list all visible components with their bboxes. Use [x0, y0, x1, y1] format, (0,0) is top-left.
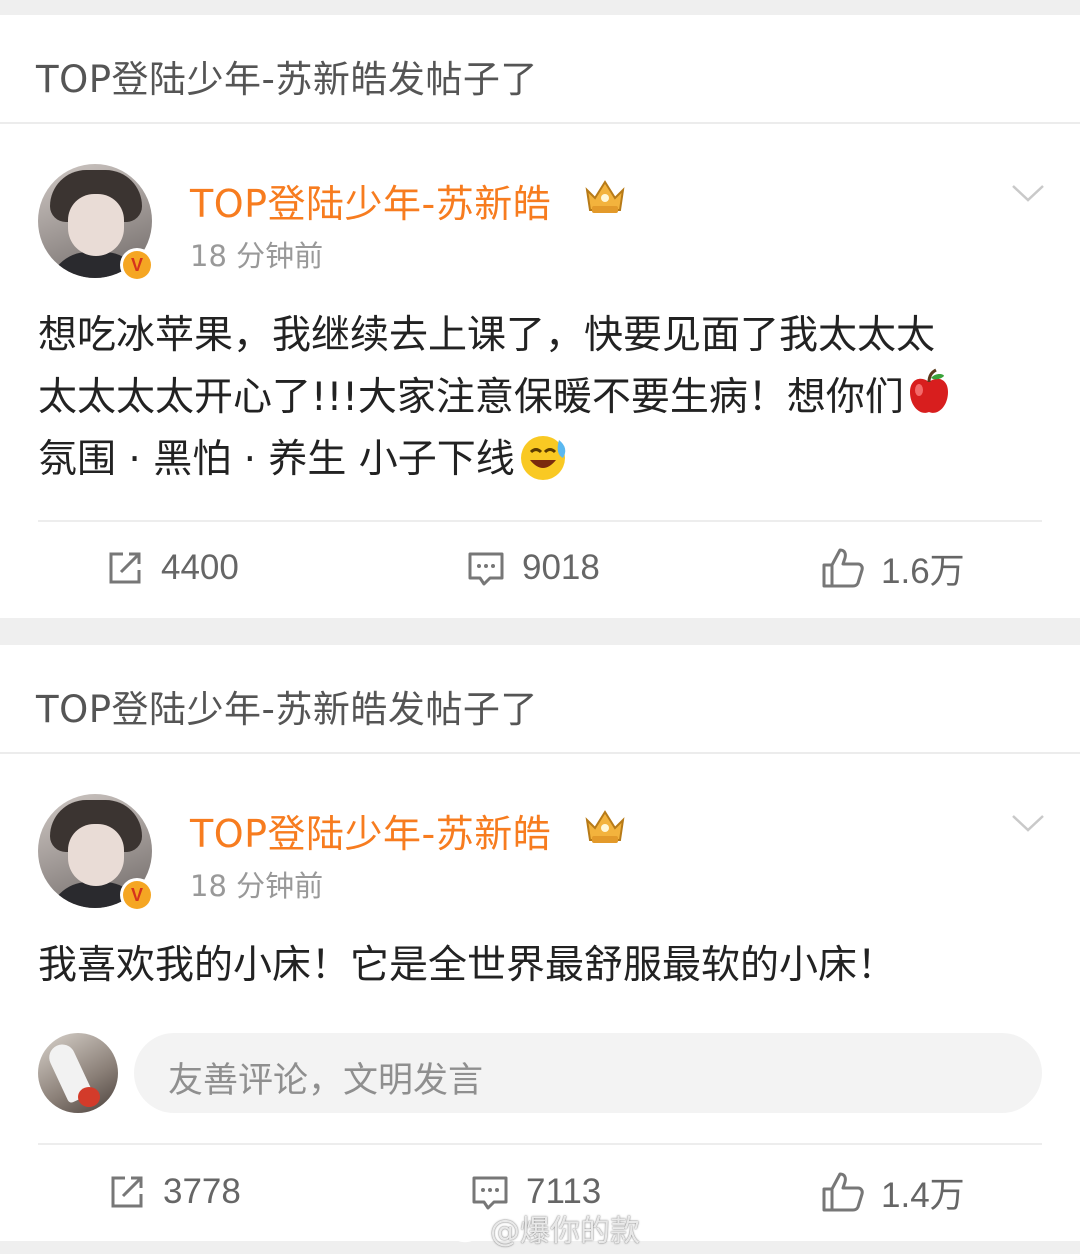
post-text-line: 我喜欢我的小床！它是全世界最舒服最软的小床！ — [38, 943, 897, 988]
comment-placeholder: 友善评论，文明发言 — [168, 1061, 484, 1101]
post-text-line: 想吃冰苹果，我继续去上课了，快要见面了我太太太 — [38, 313, 936, 358]
user-avatar[interactable]: V — [38, 794, 154, 912]
thumbs-up-icon — [822, 1172, 864, 1212]
like-count: 1.6万 — [881, 551, 965, 591]
comment-input[interactable]: 友善评论，文明发言 — [134, 1033, 1042, 1113]
repost-count: 4400 — [161, 548, 239, 587]
chevron-down-icon[interactable] — [1010, 182, 1046, 204]
user-avatar[interactable]: V — [38, 164, 154, 282]
post-time: 18 分钟前 — [190, 239, 324, 273]
post-text: 想吃冰苹果，我继续去上课了，快要见面了我太太太 太太太太开心了!!!大家注意保暖… — [38, 305, 1048, 491]
post-notice: TOP登陆少年-苏新皓发帖子了 — [36, 58, 538, 101]
watermark-text: @爆你的款 — [490, 1214, 640, 1249]
repost-icon — [111, 1176, 143, 1208]
repost-button[interactable]: 3778 — [107, 1167, 241, 1217]
repost-count: 3778 — [163, 1172, 241, 1211]
comment-icon — [468, 552, 504, 586]
post-card: TOP登陆少年-苏新皓发帖子了 V TOP登陆少年-苏新皓 18 分钟前 想吃冰… — [0, 15, 1080, 618]
like-count: 1.4万 — [881, 1175, 965, 1215]
post-text-line: 氛围 · 黑怕 · 养生 小子下线 — [38, 429, 1048, 491]
username[interactable]: TOP登陆少年-苏新皓 — [190, 173, 551, 228]
laugh-emoji-icon — [520, 436, 566, 480]
divider — [0, 122, 1080, 124]
post-notice: TOP登陆少年-苏新皓发帖子了 — [36, 688, 538, 731]
repost-icon — [109, 552, 141, 584]
post-card: TOP登陆少年-苏新皓发帖子了 V TOP登陆少年-苏新皓 18 分钟前 我喜欢… — [0, 645, 1080, 1241]
crown-icon — [585, 810, 625, 843]
thumbs-up-icon — [822, 548, 864, 588]
weibo-logo-icon — [450, 1215, 485, 1243]
watermark: @爆你的款 — [450, 1206, 640, 1250]
chevron-down-icon[interactable] — [1010, 812, 1046, 834]
like-button[interactable]: 1.4万 — [821, 1167, 965, 1217]
apple-emoji-icon — [909, 368, 948, 413]
verified-badge-icon: V — [120, 248, 154, 282]
divider — [38, 1143, 1042, 1145]
post-text-line: 太太太太开心了!!!大家注意保暖不要生病！想你们 — [38, 367, 1048, 429]
divider — [0, 752, 1080, 754]
divider — [38, 520, 1042, 522]
username[interactable]: TOP登陆少年-苏新皓 — [190, 803, 551, 858]
repost-button[interactable]: 4400 — [105, 543, 239, 593]
verified-badge-icon: V — [120, 878, 154, 912]
my-avatar — [38, 1033, 118, 1113]
post-time: 18 分钟前 — [190, 869, 324, 903]
like-button[interactable]: 1.6万 — [821, 543, 965, 593]
comment-button[interactable]: 9018 — [466, 543, 600, 593]
post-text: 我喜欢我的小床！它是全世界最舒服最软的小床！ — [38, 935, 1048, 997]
comment-count: 9018 — [522, 548, 600, 587]
crown-icon — [585, 180, 625, 213]
